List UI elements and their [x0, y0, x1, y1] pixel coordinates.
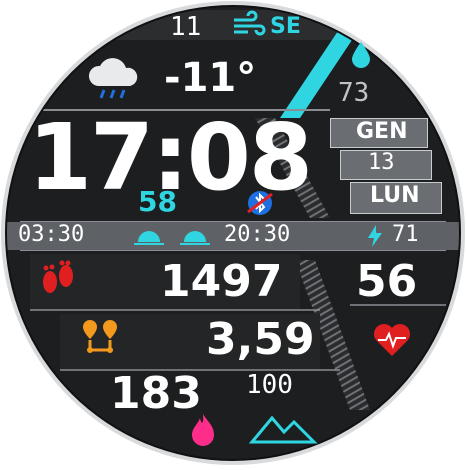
mountain-icon — [248, 415, 318, 444]
date-weekday: LUN — [370, 183, 420, 208]
footprints-icon — [43, 260, 73, 293]
date-month: GEN — [356, 119, 408, 144]
heart-rate: 56 — [356, 256, 418, 307]
steps-count: 1497 — [160, 256, 283, 307]
date-day: 13 — [368, 150, 395, 175]
sunrise-time: 03:30 — [18, 222, 85, 247]
wind-direction: SE — [270, 14, 301, 39]
battery-percent: 71 — [392, 222, 419, 247]
floors-count: 100 — [246, 370, 293, 400]
route-pin-icon — [83, 320, 117, 353]
sunrise-icon — [134, 231, 164, 245]
humidity-drop-icon — [352, 42, 370, 68]
wind-speed: 11 — [170, 12, 202, 42]
flame-icon — [192, 414, 214, 446]
calories: 183 — [110, 368, 202, 419]
watch-face: 11 SE -11° 73 17:08 58 GEN 13 LUN 03:30 — [0, 0, 466, 466]
temperature: -11° — [164, 55, 257, 101]
distance: 3,59 — [206, 314, 315, 365]
time-seconds: 58 — [138, 185, 177, 218]
heart-icon — [374, 324, 410, 356]
wind-icon — [234, 10, 266, 36]
humidity: 73 — [338, 78, 370, 108]
sunset-icon — [180, 231, 210, 245]
battery-bolt-icon — [368, 225, 382, 247]
cloud-rain-icon — [88, 58, 138, 99]
bluetooth-off-icon — [247, 191, 273, 215]
sunset-time: 20:30 — [224, 222, 291, 247]
